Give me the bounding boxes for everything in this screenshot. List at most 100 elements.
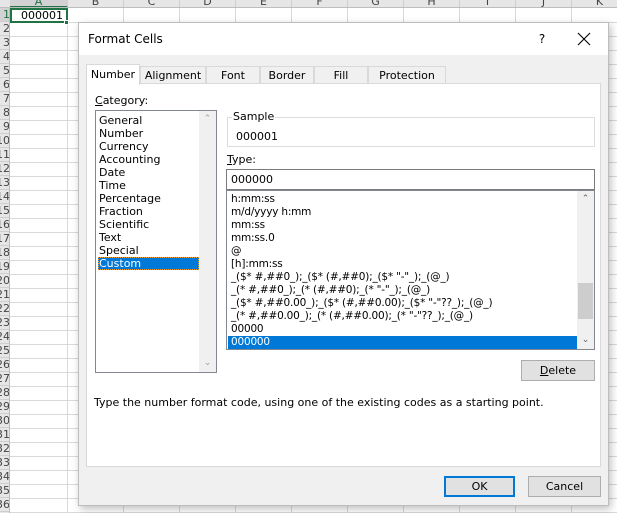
type-list-item[interactable]: _($* #,##0_);_($* (#,##0);_($* "-"_);_(@… [228, 271, 577, 284]
scroll-up-icon[interactable]: ⌃ [199, 111, 216, 128]
row-header-1[interactable]: 1 [0, 8, 9, 22]
type-list-item[interactable]: h:mm:ss [228, 193, 577, 206]
row-header-2[interactable]: 2 [0, 22, 9, 36]
category-item-general[interactable]: General [98, 114, 199, 127]
row-header-21[interactable]: 21 [0, 288, 9, 302]
row-header-5[interactable]: 5 [0, 64, 9, 78]
tab-alignment[interactable]: Alignment [140, 66, 206, 84]
column-header-d[interactable]: D [180, 0, 236, 7]
tab-border[interactable]: Border [260, 66, 314, 84]
help-button[interactable]: ? [534, 31, 550, 47]
row-header-32[interactable]: 32 [0, 442, 9, 456]
sample-legend: Sample [232, 110, 276, 123]
category-item-text[interactable]: Text [98, 231, 199, 244]
row-header-31[interactable]: 31 [0, 428, 9, 442]
tab-protection[interactable]: Protection [368, 66, 446, 84]
category-item-time[interactable]: Time [98, 179, 199, 192]
row-header-column: 1234567891011121314151617181920212223242… [0, 8, 10, 513]
column-header-c[interactable]: C [124, 0, 180, 7]
row-header-20[interactable]: 20 [0, 274, 9, 288]
type-list-item[interactable]: @ [228, 245, 577, 258]
row-header-26[interactable]: 26 [0, 358, 9, 372]
type-label: Type: [227, 153, 256, 166]
category-item-scientific[interactable]: Scientific [98, 218, 199, 231]
row-header-34[interactable]: 34 [0, 470, 9, 484]
category-item-currency[interactable]: Currency [98, 140, 199, 153]
type-list-item[interactable]: mm:ss.0 [228, 232, 577, 245]
type-list-item[interactable]: 00000 [228, 323, 577, 336]
row-header-19[interactable]: 19 [0, 260, 9, 274]
row-header-35[interactable]: 35 [0, 484, 9, 498]
row-header-3[interactable]: 3 [0, 36, 9, 50]
tab-fill[interactable]: Fill [314, 66, 368, 84]
type-list-item[interactable]: _($* #,##0.00_);_($* (#,##0.00);_($* "-"… [228, 297, 577, 310]
row-header-22[interactable]: 22 [0, 302, 9, 316]
row-header-8[interactable]: 8 [0, 106, 9, 120]
scroll-up-icon[interactable]: ⌃ [577, 191, 594, 208]
row-header-30[interactable]: 30 [0, 414, 9, 428]
column-header-b[interactable]: B [68, 0, 124, 7]
row-header-9[interactable]: 9 [0, 120, 9, 134]
row-header-7[interactable]: 7 [0, 92, 9, 106]
ok-button[interactable]: OK [444, 476, 515, 497]
row-header-17[interactable]: 17 [0, 232, 9, 246]
type-listbox[interactable]: ⌃ ⌄ h:mm:ss m/d/yyyy h:mm mm:ss mm:ss.0 @ [h]… [226, 190, 595, 350]
column-header-e[interactable]: E [236, 0, 292, 7]
row-header-13[interactable]: 13 [0, 176, 9, 190]
dialog-titlebar[interactable]: Format Cells ? [79, 23, 608, 55]
row-header-23[interactable]: 23 [0, 316, 9, 330]
tab-font[interactable]: Font [206, 66, 260, 84]
row-header-12[interactable]: 12 [0, 162, 9, 176]
row-header-16[interactable]: 16 [0, 218, 9, 232]
category-item-percentage[interactable]: Percentage [98, 192, 199, 205]
type-list-item[interactable]: mm:ss [228, 219, 577, 232]
row-header-25[interactable]: 25 [0, 344, 9, 358]
row-header-6[interactable]: 6 [0, 78, 9, 92]
scroll-thumb[interactable] [578, 282, 593, 319]
column-header-i[interactable]: I [460, 0, 516, 7]
category-item-number[interactable]: Number [98, 127, 199, 140]
category-item-accounting[interactable]: Accounting [98, 153, 199, 166]
type-scrollbar[interactable]: ⌃ ⌄ [577, 191, 594, 349]
column-header-k[interactable]: K [572, 0, 617, 7]
category-listbox[interactable]: ⌃ ⌄ General Number Currency Accounting Date T… [95, 110, 217, 373]
type-list-item[interactable]: 000000 [228, 336, 577, 349]
column-header-j[interactable]: J [516, 0, 572, 7]
row-header-28[interactable]: 28 [0, 386, 9, 400]
active-cell-a1[interactable]: 000001 [10, 8, 68, 23]
column-header-a[interactable]: A [10, 0, 68, 7]
hint-text: Type the number format code, using one o… [94, 396, 544, 409]
type-list-item[interactable]: [h]:mm:ss [228, 258, 577, 271]
category-item-special[interactable]: Special [98, 244, 199, 257]
type-input[interactable] [226, 169, 595, 190]
row-header-10[interactable]: 10 [0, 134, 9, 148]
row-header-4[interactable]: 4 [0, 50, 9, 64]
category-item-date[interactable]: Date [98, 166, 199, 179]
row-header-15[interactable]: 15 [0, 204, 9, 218]
row-header-14[interactable]: 14 [0, 190, 9, 204]
row-header-18[interactable]: 18 [0, 246, 9, 260]
delete-button[interactable]: Delete [521, 360, 595, 381]
row-header-24[interactable]: 24 [0, 330, 9, 344]
type-list-item[interactable]: m/d/yyyy h:mm [228, 206, 577, 219]
type-list-item[interactable]: _(* #,##0_);_(* (#,##0);_(* "-"_);_(@_) [228, 284, 577, 297]
row-header-33[interactable]: 33 [0, 456, 9, 470]
tab-number[interactable]: Number [86, 64, 140, 85]
row-header-27[interactable]: 27 [0, 372, 9, 386]
close-button[interactable] [574, 29, 594, 49]
category-scrollbar[interactable]: ⌃ ⌄ [199, 111, 216, 372]
row-header-11[interactable]: 11 [0, 148, 9, 162]
fill-handle[interactable] [64, 20, 69, 25]
column-header-h[interactable]: H [404, 0, 460, 7]
column-header-f[interactable]: F [292, 0, 348, 7]
scroll-down-icon[interactable]: ⌄ [199, 355, 216, 372]
category-item-fraction[interactable]: Fraction [98, 205, 199, 218]
category-label-accel: C [95, 94, 103, 107]
column-header-g[interactable]: G [348, 0, 404, 7]
row-header-36[interactable]: 36 [0, 498, 9, 512]
cancel-button[interactable]: Cancel [528, 476, 601, 497]
type-list-item[interactable]: _(* #,##0.00_);_(* (#,##0.00);_(* "-"??_… [228, 310, 577, 323]
category-item-custom[interactable]: Custom [98, 257, 199, 270]
row-header-29[interactable]: 29 [0, 400, 9, 414]
scroll-down-icon[interactable]: ⌄ [577, 332, 594, 349]
